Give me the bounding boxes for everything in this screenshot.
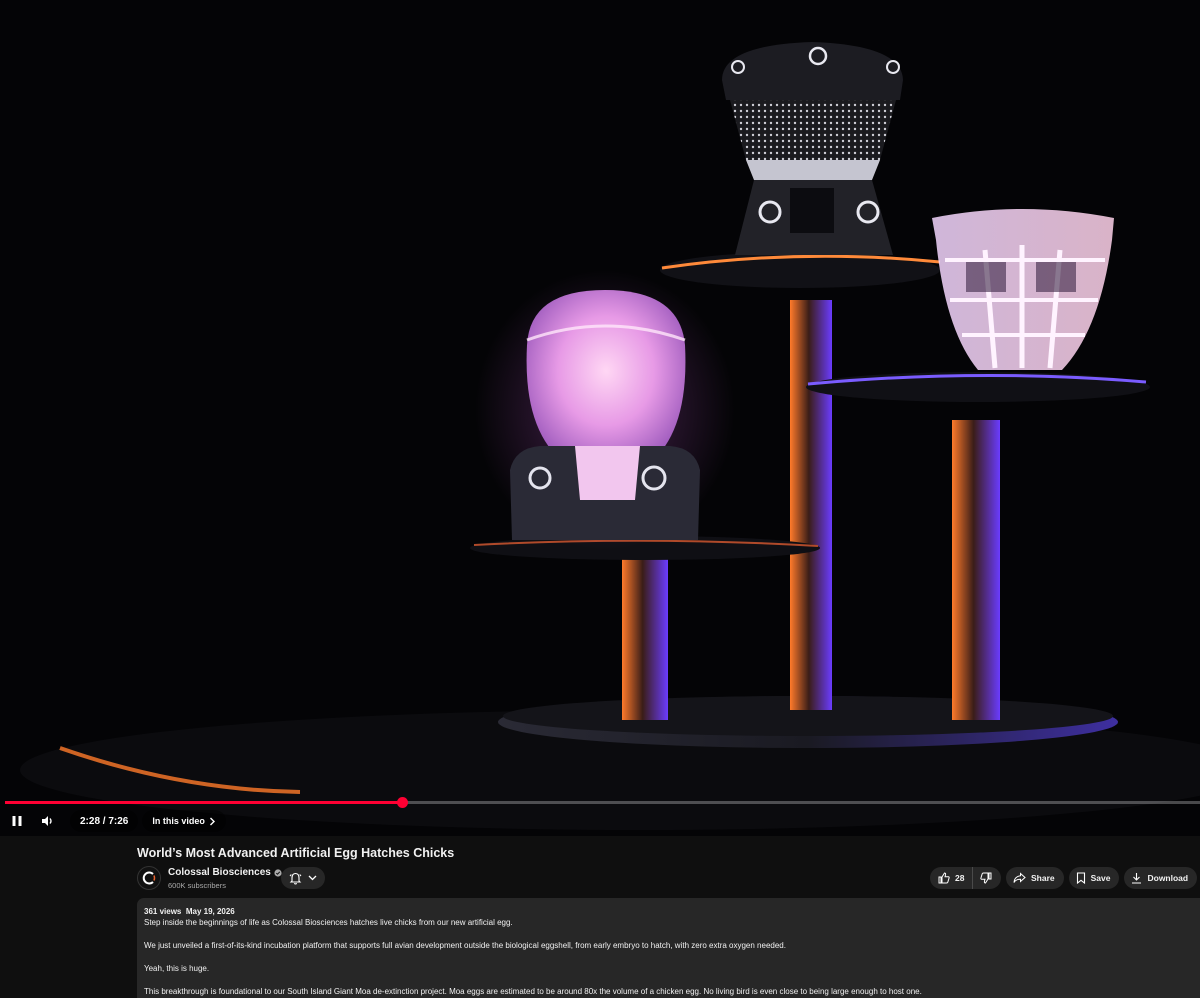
thumbs-down-icon	[980, 872, 992, 884]
pause-icon	[12, 816, 22, 826]
share-button[interactable]: Share	[1006, 867, 1064, 889]
notifications-button[interactable]	[281, 867, 325, 889]
player-controls: 2:28 / 7:26 In this video	[0, 806, 1200, 836]
bell-icon	[289, 872, 302, 884]
download-button[interactable]: Download	[1124, 867, 1198, 889]
like-button[interactable]: 28	[930, 867, 974, 889]
chevron-down-icon	[308, 875, 317, 881]
chevron-right-icon	[209, 817, 215, 825]
subscriber-count: 600K subscribers	[168, 881, 226, 890]
description-meta: 361 views May 19, 2026	[144, 906, 1193, 917]
chapters-button[interactable]: In this video	[142, 810, 226, 832]
chapters-label: In this video	[152, 816, 205, 826]
video-title: World’s Most Advanced Artificial Egg Hat…	[137, 846, 455, 860]
channel-name-link[interactable]: Colossal Biosciences	[168, 867, 282, 878]
description-box[interactable]: 361 views May 19, 2026 Step inside the b…	[137, 898, 1200, 998]
description-line: Step inside the beginnings of life as Co…	[144, 918, 513, 927]
dislike-button[interactable]	[973, 867, 999, 889]
volume-icon	[42, 816, 52, 826]
share-label: Share	[1031, 873, 1055, 883]
like-count: 28	[955, 873, 965, 883]
description-line: Yeah, this is huge.	[144, 964, 210, 973]
colossal-logo-icon	[142, 871, 156, 885]
save-button[interactable]: Save	[1068, 867, 1120, 889]
description-line: We just unveiled a first-of-its-kind inc…	[144, 941, 786, 950]
download-label: Download	[1147, 873, 1189, 883]
description-line: This breakthrough is foundational to our…	[144, 987, 922, 996]
progress-played	[5, 801, 402, 804]
channel-avatar[interactable]	[137, 866, 161, 890]
share-icon	[1013, 872, 1026, 883]
video-frame	[0, 0, 1200, 836]
view-count: 361 views	[144, 907, 182, 916]
upload-date: May 19, 2026	[185, 907, 235, 916]
save-label: Save	[1090, 873, 1111, 883]
like-dislike-group: 28	[930, 867, 1001, 889]
bookmark-icon	[1076, 872, 1085, 884]
pause-button[interactable]	[2, 806, 32, 836]
thumbs-up-icon	[938, 872, 950, 884]
time-display: 2:28 / 7:26	[70, 810, 139, 832]
action-bar: 28 Share Save Download	[930, 867, 1200, 889]
volume-button[interactable]	[32, 806, 62, 836]
video-player[interactable]: 2:28 / 7:26 In this video	[0, 0, 1200, 836]
download-icon	[1132, 873, 1142, 884]
progress-bar[interactable]	[5, 797, 1200, 808]
channel-name: Colossal Biosciences	[168, 867, 271, 878]
